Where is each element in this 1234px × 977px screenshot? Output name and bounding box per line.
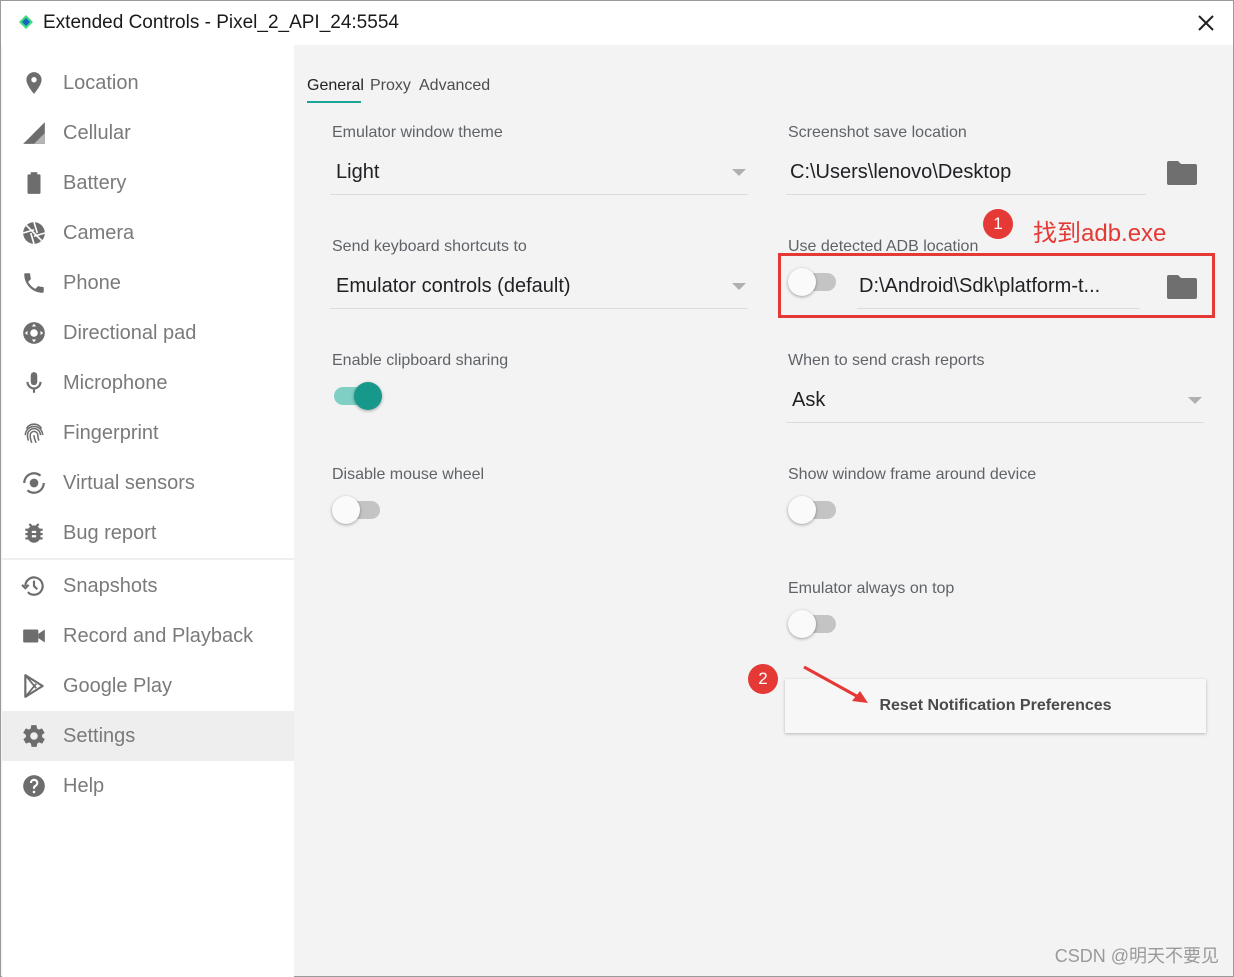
battery-icon: [27, 172, 41, 194]
sidebar-item-label: Phone: [63, 271, 121, 294]
screenshot-label: Screenshot save location: [788, 124, 967, 141]
sidebar-item-google-play[interactable]: Google Play: [2, 661, 294, 711]
settings-panel: General Proxy Advanced Emulator window t…: [295, 45, 1231, 970]
sidebar-item-label: Help: [63, 774, 105, 797]
microphone-icon: [26, 372, 42, 393]
clipboard-label: Enable clipboard sharing: [332, 352, 509, 369]
close-icon[interactable]: [1193, 10, 1219, 36]
android-emulator-icon: [19, 15, 33, 29]
history-icon: [21, 576, 44, 596]
sidebar-item-label: Virtual sensors: [63, 471, 195, 494]
sidebar-item-cellular[interactable]: Cellular: [2, 108, 294, 158]
cellular-signal-icon: [23, 122, 45, 144]
tab-advanced[interactable]: Advanced: [419, 77, 490, 95]
annotation-note: 找到adb.exe: [1033, 220, 1167, 247]
extended-controls-window: Extended Controls - Pixel_2_API_24:5554 …: [0, 0, 1234, 977]
sidebar-item-battery[interactable]: Battery: [2, 158, 294, 208]
screenshot-underline: [786, 194, 1146, 195]
tab-proxy[interactable]: Proxy: [370, 77, 411, 95]
crash-underline: [786, 422, 1204, 423]
watermark: CSDN @明天不要见: [1054, 946, 1219, 966]
shortcuts-underline: [330, 308, 748, 309]
sidebar-item-virtual-sensors[interactable]: Virtual sensors: [2, 458, 294, 508]
sidebar-item-label: Cellular: [63, 121, 131, 144]
frame-toggle[interactable]: [788, 495, 840, 525]
on-top-label: Emulator always on top: [788, 580, 955, 597]
sidebar-item-phone[interactable]: Phone: [2, 258, 294, 308]
fingerprint-icon: [24, 423, 44, 444]
sidebar-item-settings[interactable]: Settings: [2, 711, 294, 761]
annotation-arrow-icon: [803, 665, 868, 703]
sidebar-item-label: Record and Playback: [63, 624, 254, 647]
sidebar-item-camera[interactable]: Camera: [2, 208, 294, 258]
sidebar-item-location[interactable]: Location: [2, 58, 294, 108]
crash-label: When to send crash reports: [788, 352, 985, 369]
crash-dropdown-arrow-icon[interactable]: [1188, 397, 1202, 404]
sidebar-item-help[interactable]: Help: [2, 761, 294, 811]
annotation-badge-1: 1: [983, 209, 1013, 239]
tab-general[interactable]: General: [307, 77, 364, 95]
title-bar: Extended Controls - Pixel_2_API_24:5554: [1, 1, 1233, 45]
shortcuts-dropdown-arrow-icon[interactable]: [732, 283, 746, 290]
annotation-badge-2: 2: [748, 664, 778, 694]
camera-aperture-icon: [22, 221, 46, 245]
help-icon: [23, 775, 45, 797]
annotation-highlight-box: [778, 253, 1215, 318]
on-top-toggle[interactable]: [788, 609, 840, 639]
mouse-wheel-toggle[interactable]: [332, 495, 384, 525]
phone-icon: [24, 273, 44, 293]
bug-icon: [25, 523, 43, 543]
location-pin-icon: [26, 72, 42, 94]
sidebar-item-label: Location: [63, 71, 139, 94]
theme-dropdown-arrow-icon[interactable]: [732, 169, 746, 176]
play-store-icon: [24, 674, 44, 698]
screenshot-folder-icon[interactable]: [1166, 160, 1198, 186]
sidebar-item-microphone[interactable]: Microphone: [2, 358, 294, 408]
sidebar-divider: [2, 558, 294, 560]
theme-underline: [330, 194, 748, 195]
dpad-icon: [23, 322, 45, 344]
sidebar-item-label: Snapshots: [63, 574, 158, 597]
frame-label: Show window frame around device: [788, 466, 1037, 483]
sidebar-item-label: Microphone: [63, 371, 168, 394]
sidebar-item-label: Google Play: [63, 674, 172, 697]
videocam-icon: [23, 629, 45, 643]
sidebar-item-fingerprint[interactable]: Fingerprint: [2, 408, 294, 458]
sidebar-item-label: Settings: [63, 724, 136, 747]
clipboard-toggle[interactable]: [332, 381, 384, 411]
active-tab-indicator: [307, 101, 361, 103]
sidebar-item-label: Bug report: [63, 521, 157, 544]
theme-label: Emulator window theme: [332, 124, 503, 141]
sidebar-item-snapshots[interactable]: Snapshots: [2, 561, 294, 611]
sidebar: Location Cellular Battery Camera Phone D…: [2, 45, 294, 977]
crash-select[interactable]: Ask: [792, 389, 825, 412]
theme-select[interactable]: Light: [336, 161, 379, 184]
screenshot-path-input[interactable]: C:\Users\lenovo\Desktop: [790, 161, 1011, 184]
rotate-icon: [23, 472, 45, 494]
sidebar-item-label: Battery: [63, 171, 127, 194]
shortcuts-label: Send keyboard shortcuts to: [332, 238, 527, 255]
sidebar-item-directional-pad[interactable]: Directional pad: [2, 308, 294, 358]
window-title: Extended Controls - Pixel_2_API_24:5554: [43, 12, 399, 33]
shortcuts-select[interactable]: Emulator controls (default): [336, 275, 571, 298]
sidebar-item-label: Directional pad: [63, 321, 197, 344]
gear-icon: [23, 725, 45, 747]
sidebar-item-record-playback[interactable]: Record and Playback: [2, 611, 294, 661]
mouse-wheel-label: Disable mouse wheel: [332, 466, 485, 483]
sidebar-item-bug-report[interactable]: Bug report: [2, 508, 294, 558]
sidebar-item-label: Camera: [63, 221, 135, 244]
sidebar-item-label: Fingerprint: [63, 421, 159, 444]
